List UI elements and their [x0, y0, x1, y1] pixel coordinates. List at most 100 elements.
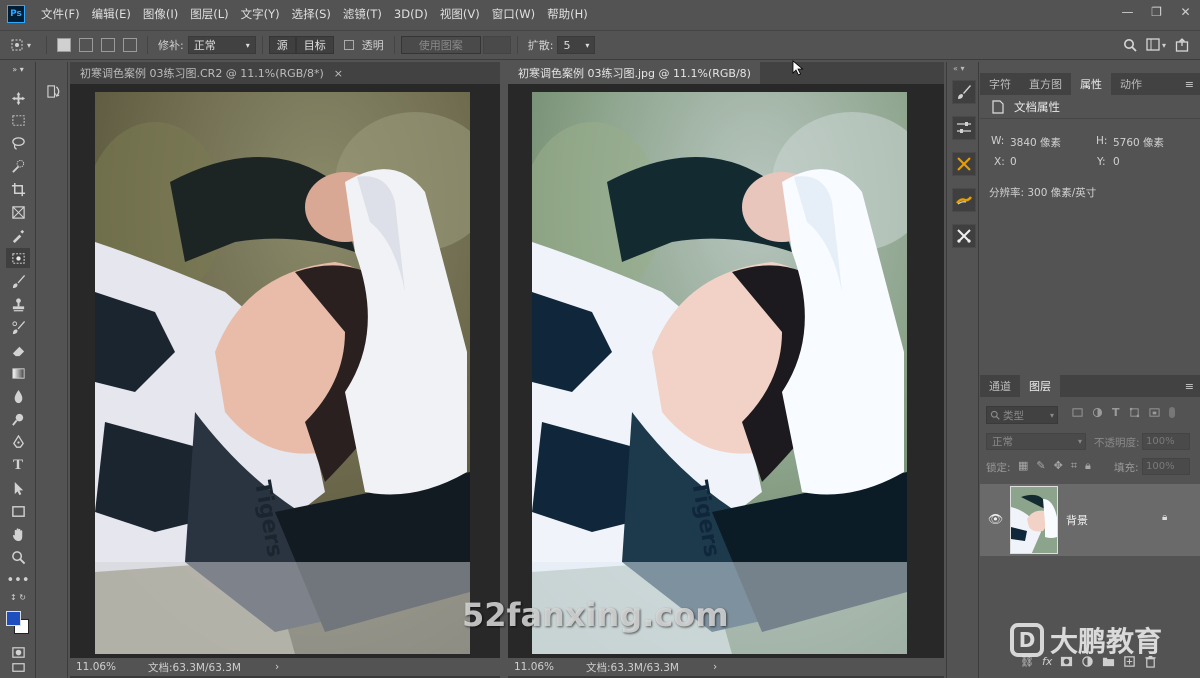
menu-layer[interactable]: 图层(L)	[184, 6, 234, 22]
tab-document-raw[interactable]: 初寒调色案例 03练习图.CR2 @ 11.1%(RGB/8*) ×	[70, 62, 500, 84]
eyedropper-tool[interactable]	[6, 225, 30, 245]
swap-colors-icon[interactable]: ↕ ↻	[6, 592, 30, 602]
minimize-button[interactable]: —	[1113, 0, 1142, 24]
brush-settings-button[interactable]	[952, 80, 976, 104]
menu-window[interactable]: 窗口(W)	[486, 6, 541, 22]
search-button[interactable]	[1118, 38, 1142, 52]
filter-toggle[interactable]	[1168, 407, 1175, 418]
history-brush-tool[interactable]	[6, 317, 30, 337]
marquee-tool[interactable]	[6, 110, 30, 130]
new-selection-button[interactable]	[57, 38, 71, 52]
lock-position-icon[interactable]: ✥	[1054, 459, 1063, 473]
image-filter-icon[interactable]	[1072, 407, 1083, 418]
layer-row[interactable]: 👁︎ 背景 🔒︎	[980, 484, 1200, 556]
tab-document-jpg[interactable]: 初寒调色案例 03练习图.jpg @ 11.1%(RGB/8) ×	[508, 62, 770, 84]
panel-menu-icon[interactable]: ≡	[1185, 78, 1194, 91]
type-filter-icon[interactable]: T	[1112, 407, 1120, 418]
tab-character[interactable]: 字符	[980, 73, 1020, 95]
lock-transparent-icon[interactable]: ▦	[1018, 459, 1028, 473]
zoom-level[interactable]: 11.06%	[76, 661, 126, 673]
zoom-level[interactable]: 11.06%	[514, 661, 564, 673]
canvas-area[interactable]: Tigers	[508, 84, 944, 658]
pen-tool[interactable]	[6, 432, 30, 452]
transparent-checkbox[interactable]	[343, 40, 354, 50]
crop-tool[interactable]	[6, 179, 30, 199]
lock-pixels-icon[interactable]: ✎	[1036, 459, 1045, 473]
blend-mode-select[interactable]: 正常 ▾	[986, 433, 1086, 450]
panel-menu-icon[interactable]: ≡	[1185, 380, 1194, 393]
canvas-area[interactable]: Tigers	[70, 84, 500, 658]
smart-object-filter-icon[interactable]	[1148, 407, 1160, 418]
foreground-color-swatch[interactable]	[6, 611, 21, 626]
tab-properties[interactable]: 属性	[1071, 73, 1111, 95]
lasso-tool[interactable]	[6, 133, 30, 153]
quick-selection-tool[interactable]	[6, 156, 30, 176]
shape-filter-icon[interactable]	[1129, 407, 1140, 418]
close-window-button[interactable]: ✕	[1171, 0, 1200, 24]
visibility-eye-icon[interactable]: 👁︎	[988, 512, 1003, 526]
lock-all-icon[interactable]: 🔒︎	[1085, 459, 1091, 473]
workspace-button[interactable]: ▾	[1142, 38, 1170, 52]
type-tool[interactable]: T	[6, 455, 30, 475]
patch-mode-select[interactable]: 正常 ▾	[187, 36, 256, 54]
status-arrow-icon[interactable]: ›	[713, 661, 717, 673]
eraser-tool[interactable]	[6, 340, 30, 360]
rectangle-tool[interactable]	[6, 501, 30, 521]
adjustments-button[interactable]	[952, 116, 976, 140]
source-button[interactable]: 源	[268, 36, 296, 54]
tab-layers[interactable]: 图层	[1020, 375, 1060, 397]
menu-view[interactable]: 视图(V)	[434, 6, 486, 22]
menu-3d[interactable]: 3D(D)	[388, 7, 434, 21]
gradient-tool[interactable]	[6, 363, 30, 383]
y-value[interactable]: 0	[1113, 156, 1120, 168]
fill-input[interactable]: 100%	[1142, 458, 1190, 475]
use-pattern-button[interactable]: 使用图案	[400, 36, 481, 54]
menu-filter[interactable]: 滤镜(T)	[337, 6, 388, 22]
tab-actions[interactable]: 动作	[1111, 73, 1151, 95]
move-tool[interactable]	[6, 88, 30, 108]
zoom-tool[interactable]	[6, 547, 30, 567]
intersect-selection-button[interactable]	[123, 38, 137, 52]
adjustment-filter-icon[interactable]	[1092, 407, 1103, 418]
brush-tool[interactable]	[6, 271, 30, 291]
edit-toolbar-button[interactable]: •••	[6, 570, 30, 590]
subtract-selection-button[interactable]	[101, 38, 115, 52]
share-button[interactable]	[1170, 38, 1194, 52]
stamp-tool[interactable]	[6, 294, 30, 314]
menu-image[interactable]: 图像(I)	[137, 6, 184, 22]
lock-artboard-icon[interactable]: ⌗	[1071, 459, 1077, 473]
clone-source-button[interactable]	[952, 224, 976, 248]
collapse-strip-icon[interactable]: « ▾	[953, 64, 964, 73]
menu-file[interactable]: 文件(F)	[35, 6, 86, 22]
collapse-toolbar-icon[interactable]: » ▾	[6, 64, 30, 74]
add-selection-button[interactable]	[79, 38, 93, 52]
history-panel-button[interactable]	[45, 82, 63, 100]
tab-channels[interactable]: 通道	[980, 375, 1020, 397]
close-tab-icon[interactable]: ×	[334, 67, 343, 80]
width-value[interactable]: 3840 像素	[1010, 135, 1061, 150]
restore-button[interactable]: ❐	[1142, 0, 1171, 24]
x-value[interactable]: 0	[1010, 156, 1017, 168]
layer-filter-select[interactable]: 类型 ▾	[986, 406, 1058, 424]
menu-help[interactable]: 帮助(H)	[541, 6, 594, 22]
menu-type[interactable]: 文字(Y)	[235, 6, 286, 22]
path-selection-tool[interactable]	[6, 478, 30, 498]
dodge-tool[interactable]	[6, 409, 30, 429]
tool-preset-picker[interactable]: ▾	[0, 37, 40, 53]
blur-tool[interactable]	[6, 386, 30, 406]
height-value[interactable]: 5760 像素	[1113, 135, 1164, 150]
tab-histogram[interactable]: 直方图	[1020, 73, 1071, 95]
pattern-swatch[interactable]	[482, 36, 511, 54]
tool-presets-button[interactable]	[952, 152, 976, 176]
menu-edit[interactable]: 编辑(E)	[86, 6, 137, 22]
frame-tool[interactable]	[6, 202, 30, 222]
target-button[interactable]: 目标	[295, 36, 334, 54]
screen-mode-button[interactable]	[6, 660, 30, 674]
menu-select[interactable]: 选择(S)	[286, 6, 337, 22]
brushes-button[interactable]	[952, 188, 976, 212]
diffuse-input[interactable]: 5 ▾	[557, 36, 596, 54]
status-arrow-icon[interactable]: ›	[275, 661, 279, 673]
hand-tool[interactable]	[6, 524, 30, 544]
patch-tool[interactable]	[6, 248, 30, 268]
opacity-input[interactable]: 100%	[1142, 433, 1190, 450]
